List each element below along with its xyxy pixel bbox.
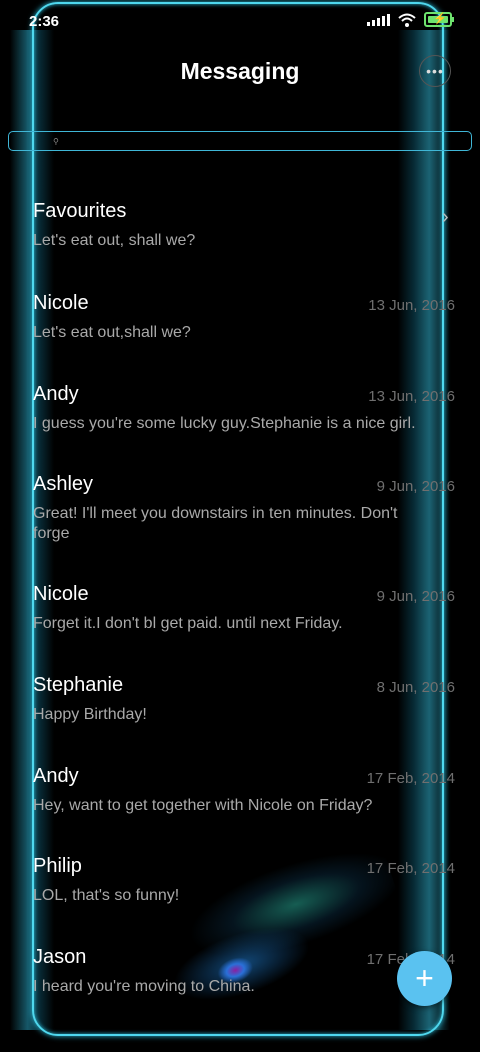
message-snippet: I guess you're some lucky guy.Stephanie … — [33, 415, 416, 432]
message-snippet: LOL, that's so funny! — [33, 887, 180, 904]
contact-name: Philip — [33, 855, 82, 877]
message-snippet: Great! I'll meet you downstairs in ten m… — [33, 505, 398, 542]
plus-icon: + — [415, 960, 434, 996]
status-icons: ⚡ — [367, 12, 454, 27]
favourites-title: Favourites — [33, 200, 127, 222]
contact-name: Nicole — [33, 583, 89, 605]
contact-name: Andy — [33, 383, 79, 405]
message-date: 13 Jun, 2016 — [368, 388, 455, 405]
message-snippet: Forget it.I don't bl get paid. until nex… — [33, 615, 343, 632]
battery-icon: ⚡ — [424, 12, 454, 27]
contact-name: Andy — [33, 765, 79, 787]
message-date: 17 Feb, 2014 — [366, 860, 455, 877]
status-time: 2:36 — [29, 13, 60, 30]
wallpaper-feather — [134, 787, 426, 1052]
new-message-button[interactable]: + — [397, 951, 452, 1006]
favourites-snippet: Let's eat out, shall we? — [33, 232, 196, 249]
message-date: 9 Jun, 2016 — [376, 588, 455, 605]
contact-name: Jason — [33, 946, 87, 968]
contact-name: Stephanie — [33, 674, 124, 696]
more-horizontal-icon: ••• — [426, 63, 444, 79]
more-options-button[interactable]: ••• — [419, 55, 451, 87]
message-snippet: Let's eat out,shall we? — [33, 324, 191, 341]
search-bar[interactable]: ⚲ — [8, 131, 472, 151]
message-snippet: Happy Birthday! — [33, 706, 147, 723]
page-title: Messaging — [180, 58, 300, 84]
message-date: 8 Jun, 2016 — [376, 679, 455, 696]
chevron-right-icon: › — [442, 206, 449, 228]
message-date: 9 Jun, 2016 — [376, 478, 455, 495]
message-snippet: I heard you're moving to China. — [33, 978, 255, 995]
signal-icon — [367, 13, 390, 26]
message-date: 17 Feb, 2014 — [366, 770, 455, 787]
message-date: 13 Jun, 2016 — [368, 297, 455, 314]
search-icon: ⚲ — [53, 136, 59, 146]
contact-name: Nicole — [33, 292, 89, 314]
wifi-icon — [398, 13, 416, 27]
contact-name: Ashley — [33, 473, 94, 495]
message-snippet: Hey, want to get together with Nicole on… — [33, 797, 373, 814]
search-input[interactable] — [64, 134, 269, 148]
